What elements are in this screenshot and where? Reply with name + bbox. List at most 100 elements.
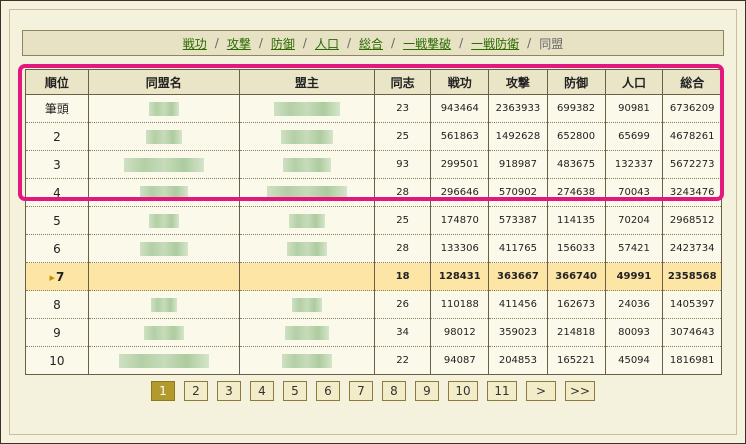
alliance-name-cell[interactable] — [87, 318, 240, 347]
arrow-icon: ▸ — [49, 270, 55, 284]
page-button-9[interactable]: 9 — [415, 381, 439, 401]
tab-link[interactable]: 戦功 — [183, 35, 207, 52]
attack-cell: 411765 — [488, 234, 548, 263]
alliance-name-redacted — [150, 297, 177, 312]
total-cell: 1816981 — [662, 346, 722, 375]
alliance-name-cell[interactable] — [87, 262, 240, 291]
population-cell: 45094 — [604, 346, 664, 375]
leader-cell[interactable] — [238, 346, 376, 375]
alliance-name-redacted — [145, 129, 182, 144]
members-cell: 28 — [374, 234, 432, 263]
alliance-name-cell[interactable] — [87, 178, 240, 207]
table-row: 8 26 110188 411456 162673 24036 1405397 — [25, 290, 722, 319]
total-cell: 1405397 — [662, 290, 722, 319]
leader-cell[interactable] — [238, 290, 376, 319]
alliance-name-cell[interactable] — [87, 206, 240, 235]
page-button-6[interactable]: 6 — [316, 381, 340, 401]
merit-cell: 296646 — [430, 178, 490, 207]
merit-cell: 110188 — [430, 290, 490, 319]
tab-separator: / — [214, 36, 219, 50]
population-cell: 132337 — [604, 150, 664, 179]
total-cell: 6736209 — [662, 94, 722, 123]
tab-link[interactable]: 一戦撃破 — [403, 35, 451, 52]
table-row: 2 25 561863 1492628 652800 65699 4678261 — [25, 122, 722, 151]
alliance-name-redacted — [123, 157, 204, 172]
page-button-2[interactable]: 2 — [184, 381, 208, 401]
alliance-name-cell[interactable] — [87, 94, 240, 123]
alliance-name-cell[interactable] — [87, 234, 240, 263]
total-cell: 2358568 — [662, 262, 722, 291]
members-cell: 26 — [374, 290, 432, 319]
attack-cell: 363667 — [488, 262, 548, 291]
attack-cell: 2363933 — [488, 94, 548, 123]
attack-cell: 204853 — [488, 346, 548, 375]
table-row: 4 28 296646 570902 274638 70043 3243476 — [25, 178, 722, 207]
table-row: 5 25 174870 573387 114135 70204 2968512 — [25, 206, 722, 235]
leader-name-redacted — [284, 325, 329, 340]
leader-cell[interactable] — [238, 150, 376, 179]
leader-name-redacted — [273, 101, 340, 116]
leader-cell[interactable] — [238, 206, 376, 235]
page-button-4[interactable]: 4 — [250, 381, 274, 401]
alliance-name-cell[interactable] — [87, 122, 240, 151]
alliance-ranking-table: 順位 同盟名 盟主 同志 戦功 攻撃 防御 人口 総合 筆頭 23 943464 23… — [25, 69, 722, 375]
leader-name-redacted — [286, 241, 327, 256]
table-row-own-alliance: ▸7 18 128431 363667 366740 49991 2358568 — [25, 262, 722, 291]
alliance-name-redacted — [148, 213, 179, 228]
page-button-11[interactable]: 11 — [487, 381, 517, 401]
table-row: 9 34 98012 359023 214818 80093 3074643 — [25, 318, 722, 347]
tab-link[interactable]: 人口 — [315, 35, 339, 52]
leader-cell[interactable] — [238, 94, 376, 123]
tab-link[interactable]: 一戦防衛 — [471, 35, 519, 52]
page-button-5[interactable]: 5 — [283, 381, 307, 401]
leader-name-redacted — [291, 297, 322, 312]
page-button-1[interactable]: 1 — [151, 381, 175, 401]
header-defense: 防御 — [546, 69, 606, 95]
tab-link[interactable]: 総合 — [359, 35, 383, 52]
next-page-button[interactable]: > — [526, 381, 556, 401]
tab-link[interactable]: 攻撃 — [227, 35, 251, 52]
rank-value: 2 — [53, 129, 61, 144]
rank-cell: 8 — [25, 290, 89, 319]
merit-cell: 94087 — [430, 346, 490, 375]
page-button-3[interactable]: 3 — [217, 381, 241, 401]
members-cell: 18 — [374, 262, 432, 291]
leader-cell[interactable] — [238, 234, 376, 263]
leader-cell[interactable] — [238, 122, 376, 151]
leader-cell[interactable] — [238, 178, 376, 207]
attack-cell: 918987 — [488, 150, 548, 179]
merit-cell: 98012 — [430, 318, 490, 347]
page-button-8[interactable]: 8 — [382, 381, 406, 401]
rank-cell: 9 — [25, 318, 89, 347]
leader-cell[interactable] — [238, 262, 376, 291]
header-rank: 順位 — [25, 69, 89, 95]
page-button-10[interactable]: 10 — [448, 381, 478, 401]
members-cell: 25 — [374, 206, 432, 235]
last-page-button[interactable]: >> — [565, 381, 595, 401]
attack-cell: 570902 — [488, 178, 548, 207]
defense-cell: 699382 — [546, 94, 606, 123]
leader-cell[interactable] — [238, 318, 376, 347]
population-cell: 70204 — [604, 206, 664, 235]
alliance-name-cell[interactable] — [87, 346, 240, 375]
leader-name-redacted — [282, 157, 331, 172]
leader-name-redacted — [288, 213, 325, 228]
attack-cell: 1492628 — [488, 122, 548, 151]
total-cell: 2423734 — [662, 234, 722, 263]
alliance-name-redacted — [118, 353, 209, 368]
merit-cell: 561863 — [430, 122, 490, 151]
rank-value: 8 — [53, 297, 61, 312]
pagination: 1 2 3 4 5 6 7 8 9 10 11 > >> — [0, 381, 746, 401]
rank-cell: 6 — [25, 234, 89, 263]
tab-link[interactable]: 防御 — [271, 35, 295, 52]
page-button-7[interactable]: 7 — [349, 381, 373, 401]
alliance-name-cell[interactable] — [87, 150, 240, 179]
tab-separator: / — [258, 36, 263, 50]
attack-cell: 411456 — [488, 290, 548, 319]
alliance-name-cell[interactable] — [87, 290, 240, 319]
leader-name-redacted — [281, 353, 332, 368]
rank-value: 6 — [53, 241, 61, 256]
rank-cell: 4 — [25, 178, 89, 207]
header-members: 同志 — [374, 69, 432, 95]
table-row: 10 22 94087 204853 165221 45094 1816981 — [25, 346, 722, 375]
